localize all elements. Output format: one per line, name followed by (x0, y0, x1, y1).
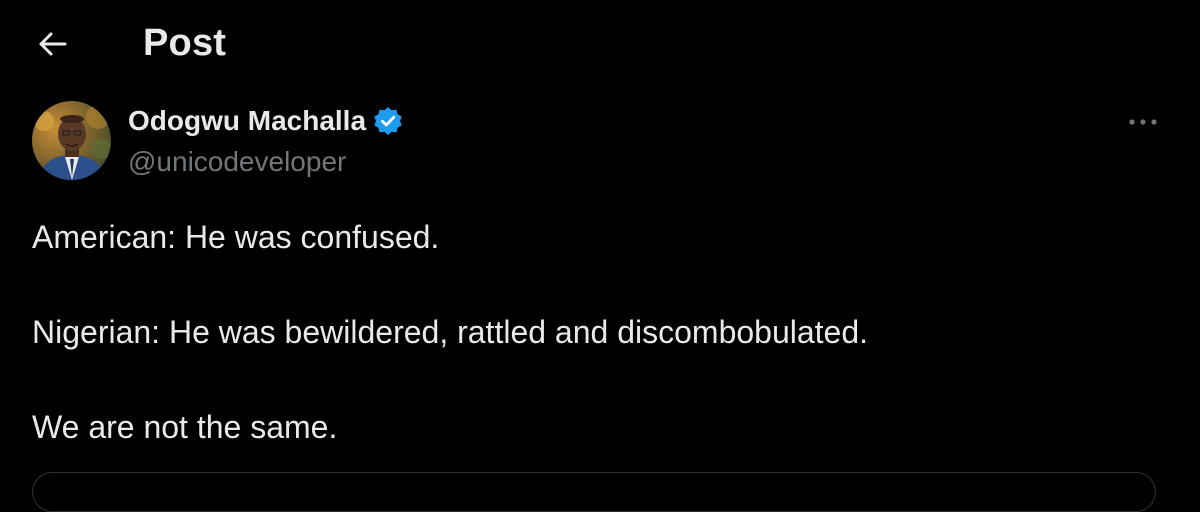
tweet-line: We are not the same. (32, 409, 338, 445)
author-name[interactable]: Odogwu Machalla (128, 105, 366, 137)
back-button[interactable] (30, 24, 74, 64)
tweet-line: Nigerian: He was bewildered, rattled and… (32, 314, 869, 350)
more-options-button[interactable] (1123, 108, 1163, 136)
author-name-row: Odogwu Machalla (128, 105, 404, 137)
post-header: Post (0, 0, 1200, 90)
page-title: Post (143, 22, 227, 64)
tweet-text: American: He was confused. Nigerian: He … (32, 213, 1162, 451)
more-horizontal-icon (1129, 119, 1157, 125)
avatar[interactable] (32, 101, 111, 180)
author-block: Odogwu Machalla @unicodeveloper (32, 101, 1172, 183)
media-card[interactable] (32, 472, 1156, 512)
tweet-line: American: He was confused. (32, 219, 440, 255)
verified-badge-icon[interactable] (372, 105, 404, 137)
arrow-left-icon (39, 32, 67, 56)
author-handle[interactable]: @unicodeveloper (128, 146, 346, 178)
